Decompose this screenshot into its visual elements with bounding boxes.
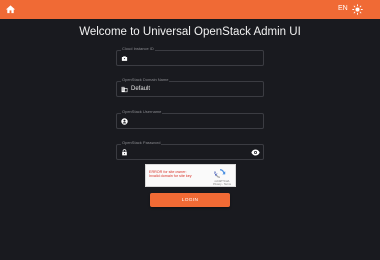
login-button[interactable]: LOGIN [150, 193, 230, 207]
recaptcha-links[interactable]: Privacy - Terms [209, 183, 235, 186]
domain-name-value: Default [131, 86, 151, 92]
password-label: OpenStack Password [121, 140, 162, 145]
page-title: Welcome to Universal OpenStack Admin UI [79, 26, 301, 38]
lock-icon [122, 149, 127, 156]
recaptcha-error-message: ERROR for site owner: Invalid domain for… [149, 170, 211, 179]
domain-icon [121, 86, 128, 93]
eye-icon[interactable] [251, 149, 260, 156]
top-app-bar: EN [0, 0, 380, 19]
briefcase-icon [121, 56, 128, 61]
recaptcha-widget[interactable]: ERROR for site owner: Invalid domain for… [145, 164, 236, 187]
domain-name-field[interactable]: OpenStack Domain Name Default [116, 77, 264, 97]
password-field[interactable]: OpenStack Password [116, 140, 264, 160]
domain-name-label: OpenStack Domain Name [121, 77, 170, 82]
recaptcha-footer: reCAPTCHA Privacy - Terms [209, 180, 235, 186]
sun-icon[interactable] [352, 4, 363, 15]
user-icon [121, 118, 128, 125]
username-label: OpenStack Username [121, 109, 163, 114]
cloud-instance-id-field[interactable]: Cloud Instance ID [116, 46, 264, 66]
cloud-instance-id-label: Cloud Instance ID [121, 46, 155, 51]
username-field[interactable]: OpenStack Username [116, 109, 264, 129]
recaptcha-logo-icon [214, 169, 226, 178]
language-selector[interactable]: EN [338, 5, 348, 12]
home-icon[interactable] [5, 4, 16, 15]
recaptcha-error-line: Invalid domain for site key [149, 174, 192, 179]
